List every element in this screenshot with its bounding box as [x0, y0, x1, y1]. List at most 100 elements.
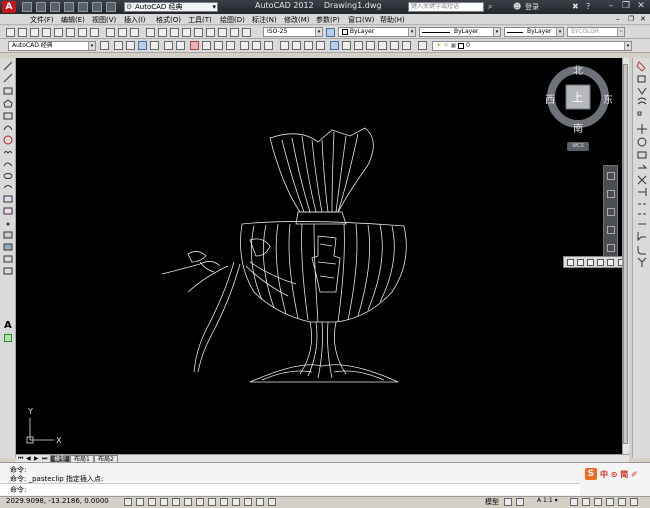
ortho-mode-icon[interactable]: [148, 498, 156, 506]
selection-cycling-icon[interactable]: [268, 498, 276, 506]
object-snap-tracking-icon[interactable]: [196, 498, 204, 506]
menu-draw[interactable]: 绘图(D): [220, 15, 245, 25]
compass-west[interactable]: 西: [545, 91, 555, 106]
add-selected-icon[interactable]: [4, 334, 12, 342]
compass-east[interactable]: 东: [603, 91, 613, 106]
close-button[interactable]: ✕: [634, 1, 648, 13]
new-file-icon[interactable]: [22, 2, 32, 12]
open-icon[interactable]: [126, 41, 135, 50]
drawing-canvas[interactable]: Y X: [16, 58, 629, 454]
baseline-icon[interactable]: [118, 28, 127, 37]
space-icon[interactable]: [146, 28, 155, 37]
zoom-icon[interactable]: [607, 208, 615, 216]
qnew-icon[interactable]: [114, 41, 123, 50]
menu-format[interactable]: 格式(O): [156, 15, 181, 25]
properties-icon[interactable]: [330, 41, 339, 50]
compass-south[interactable]: 南: [573, 120, 583, 135]
paste-icon[interactable]: [214, 41, 223, 50]
layer-properties-icon[interactable]: [418, 41, 427, 50]
minimize-button[interactable]: –: [604, 1, 618, 13]
radius-icon[interactable]: [54, 28, 63, 37]
angular-icon[interactable]: [90, 28, 99, 37]
sogou-ime-icon[interactable]: S: [585, 468, 597, 480]
dim-update-icon[interactable]: [242, 28, 251, 37]
break-icon[interactable]: [158, 28, 167, 37]
plotstyle-select[interactable]: BYCOLOR ▾: [567, 27, 625, 37]
workspace-select[interactable]: AutoCAD 经典 ▾: [8, 41, 96, 51]
zoom-realtime-icon[interactable]: [292, 41, 301, 50]
polar-tracking-icon[interactable]: [160, 498, 168, 506]
dim-edit-icon[interactable]: [218, 28, 227, 37]
tolerance-icon[interactable]: [170, 28, 179, 37]
help-icon[interactable]: ?: [586, 2, 596, 12]
layer-select[interactable]: ☀ ☼ ▣ 0 ▾: [432, 41, 632, 51]
doc-minimize-button[interactable]: –: [616, 15, 620, 23]
zoom-window-icon[interactable]: [304, 41, 313, 50]
diameter-icon[interactable]: [78, 28, 87, 37]
orbit-icon[interactable]: [607, 226, 615, 234]
steering-wheel-icon[interactable]: [607, 172, 615, 180]
save-icon[interactable]: [138, 41, 147, 50]
annotation-scale[interactable]: A 1:1 ▾: [537, 497, 558, 504]
search-icon[interactable]: ⌕: [488, 2, 498, 12]
dimstyle-select[interactable]: ISO-25 ▾: [263, 27, 323, 37]
jogged-icon[interactable]: [66, 28, 75, 37]
compass-north[interactable]: 北: [573, 62, 583, 77]
restore-button[interactable]: ❐: [619, 1, 633, 13]
hardware-acceleration-icon[interactable]: [606, 498, 614, 506]
continue-icon[interactable]: [130, 28, 139, 37]
publish-icon[interactable]: [176, 41, 185, 50]
menu-parametric[interactable]: 参数(P): [316, 15, 340, 25]
undo-icon[interactable]: [92, 2, 102, 12]
menu-modify[interactable]: 修改(M): [284, 15, 310, 25]
exchange-icon[interactable]: ✖: [572, 2, 582, 12]
layout-view-icon[interactable]: [504, 498, 512, 506]
tab-prev-icon[interactable]: ◀: [26, 455, 31, 462]
doc-restore-button[interactable]: ❐: [628, 15, 634, 23]
center-mark-icon[interactable]: [182, 28, 191, 37]
lineweight-display-icon[interactable]: [232, 498, 240, 506]
preview-icon[interactable]: [164, 41, 173, 50]
sheet-set-icon[interactable]: [366, 41, 375, 50]
linear-dim-icon[interactable]: [6, 28, 15, 37]
markup-icon[interactable]: [378, 41, 387, 50]
save-as-icon[interactable]: [64, 2, 74, 12]
undo-icon[interactable]: [252, 41, 261, 50]
vertical-scroll-thumb[interactable]: [623, 64, 628, 444]
open-file-icon[interactable]: [36, 2, 46, 12]
showmotion-icon[interactable]: [607, 244, 615, 252]
user-icon[interactable]: ☻: [513, 2, 523, 12]
view-cube[interactable]: 北 南 西 东 上: [544, 63, 616, 135]
menu-window[interactable]: 窗口(W): [348, 15, 374, 25]
menu-tools[interactable]: 工具(T): [188, 15, 212, 25]
menu-file[interactable]: 文件(F): [30, 15, 54, 25]
3d-object-snap-icon[interactable]: [184, 498, 192, 506]
horizontal-scrollbar[interactable]: ⏮ ◀ ▶ ⏭ 模型 布局1 布局2: [16, 454, 629, 463]
plot-icon[interactable]: [150, 41, 159, 50]
search-input[interactable]: 键入关键字或短语: [408, 2, 484, 12]
snap-mode-icon[interactable]: [124, 498, 132, 506]
save-icon[interactable]: [50, 2, 60, 12]
grid-display-icon[interactable]: [136, 498, 144, 506]
linetype-select[interactable]: ByLayer ▾: [419, 27, 501, 37]
cube-top-face[interactable]: 上: [572, 89, 583, 105]
wcs-menu[interactable]: WCS: [567, 142, 589, 151]
block-editor-icon[interactable]: [240, 41, 249, 50]
dynamic-input-icon[interactable]: [220, 498, 228, 506]
menu-help[interactable]: 帮助(H): [380, 15, 405, 25]
clean-screen-icon[interactable]: [630, 498, 638, 506]
quick-properties-icon[interactable]: [256, 498, 264, 506]
tab-next-icon[interactable]: ▶: [34, 455, 39, 462]
aligned-dim-icon[interactable]: [18, 28, 27, 37]
color-select[interactable]: ByLayer ▾: [338, 27, 416, 37]
toolbar-lock-icon[interactable]: [594, 498, 602, 506]
menu-insert[interactable]: 插入(I): [124, 15, 146, 25]
workspace-dropdown[interactable]: ⚙ AutoCAD 经典 ▾: [124, 2, 218, 12]
print-icon[interactable]: [78, 2, 88, 12]
annotation-visibility-icon[interactable]: [570, 498, 578, 506]
autocad-logo-icon[interactable]: A: [2, 1, 16, 13]
match-properties-icon[interactable]: [226, 41, 235, 50]
tool-palettes-icon[interactable]: [354, 41, 363, 50]
lineweight-select[interactable]: ByLayer ▾: [504, 27, 564, 37]
view-icon[interactable]: [587, 259, 594, 266]
